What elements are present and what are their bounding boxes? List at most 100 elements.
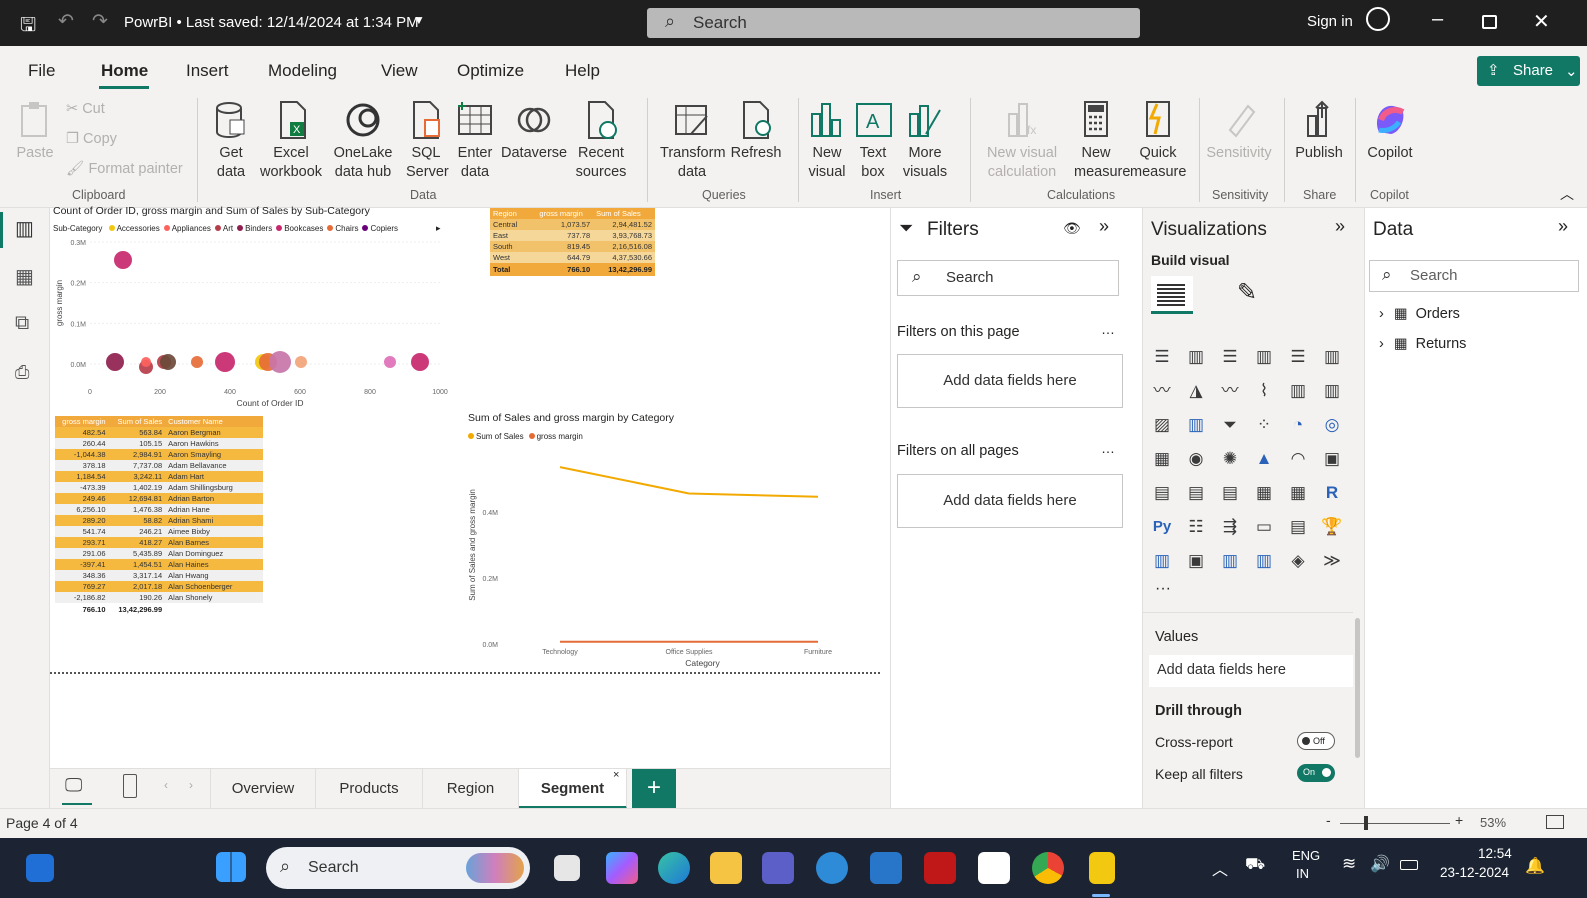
table-row[interactable]: -473.39 1,402.19 Adam Shillingsburg bbox=[55, 482, 263, 493]
next-page-icon[interactable]: › bbox=[189, 778, 193, 792]
sensitivity-button[interactable]: Sensitivity bbox=[1203, 100, 1275, 163]
eye-icon[interactable]: 👁 bbox=[1063, 220, 1081, 237]
prev-page-icon[interactable]: ‹ bbox=[164, 778, 168, 792]
visual-type-icon[interactable]: ▨ bbox=[1151, 414, 1173, 436]
visual-type-icon[interactable]: 〰 bbox=[1151, 380, 1173, 402]
wifi-icon[interactable]: ≋ bbox=[1342, 854, 1356, 874]
battery-icon[interactable] bbox=[1400, 860, 1418, 870]
table-row[interactable]: 769.27 2,017.18 Alan Schoenberger bbox=[55, 581, 263, 592]
column-header[interactable]: Sum of Sales bbox=[593, 208, 655, 219]
visual-type-icon[interactable]: ◠ bbox=[1287, 448, 1309, 470]
sign-in-link[interactable]: Sign in bbox=[1307, 13, 1353, 30]
visual-type-icon[interactable]: ☷ bbox=[1185, 516, 1207, 538]
new-visual-calculation-button[interactable]: fx New visual calculation bbox=[978, 100, 1066, 182]
table-row[interactable]: -397.41 1,454.51 Alan Haines bbox=[55, 559, 263, 570]
sql-server-button[interactable]: SQL Server bbox=[404, 100, 449, 182]
collapse-ribbon-icon[interactable]: ︿ bbox=[1560, 184, 1574, 204]
mobile-layout-icon[interactable] bbox=[123, 774, 137, 798]
format-visual-icon[interactable]: ✎ bbox=[1237, 278, 1257, 307]
legend-item[interactable]: Art bbox=[214, 224, 233, 233]
table-row[interactable]: 482.54 563.84 Aaron Bergman bbox=[55, 427, 263, 438]
visual-type-icon[interactable]: ▥ bbox=[1219, 550, 1241, 572]
collapse-filters-icon[interactable]: » bbox=[1099, 216, 1109, 237]
build-visual-tab[interactable] bbox=[1151, 276, 1193, 314]
copilot-button[interactable]: Copilot bbox=[1362, 100, 1418, 163]
visual-type-icon[interactable]: ◮ bbox=[1185, 380, 1207, 402]
fit-to-page-icon[interactable] bbox=[1546, 815, 1564, 829]
table-row[interactable]: 291.06 5,435.89 Alan Dominguez bbox=[55, 548, 263, 559]
more-visuals-button[interactable]: More visuals bbox=[895, 100, 955, 182]
network-status-icon[interactable]: ⛟ bbox=[1245, 855, 1265, 875]
visual-type-icon[interactable]: ▤ bbox=[1287, 516, 1309, 538]
help-icon[interactable] bbox=[816, 852, 848, 884]
visual-type-icon[interactable]: ▥ bbox=[1321, 380, 1343, 402]
visual-type-icon[interactable]: ◈ bbox=[1287, 550, 1309, 572]
visual-type-icon[interactable]: ☰ bbox=[1287, 346, 1309, 368]
desktop-layout-icon[interactable]: 🖵 bbox=[65, 775, 82, 796]
store-icon[interactable] bbox=[978, 852, 1010, 884]
model-view-icon[interactable]: ⧉ bbox=[15, 312, 29, 335]
menu-modeling[interactable]: Modeling bbox=[268, 61, 337, 81]
visual-type-icon[interactable]: ▥ bbox=[1151, 550, 1173, 572]
column-header[interactable]: gross margin bbox=[55, 416, 109, 427]
scatter-chart[interactable]: Count of Order ID, gross margin and Sum … bbox=[50, 205, 450, 413]
excel-workbook-button[interactable]: X Excel workbook bbox=[258, 100, 324, 182]
visual-type-icon[interactable]: ▥ bbox=[1185, 346, 1207, 368]
enter-data-button[interactable]: Enter data bbox=[454, 100, 496, 182]
table-returns[interactable]: › ▦ Returns bbox=[1379, 336, 1466, 352]
table-row[interactable]: East 737.78 3,93,768.73 bbox=[490, 230, 655, 241]
save-icon[interactable]: 🖫 bbox=[20, 11, 36, 43]
column-header[interactable]: Customer Name bbox=[165, 416, 263, 427]
legend-item[interactable]: Chairs bbox=[327, 224, 358, 233]
visual-type-icon[interactable]: Py bbox=[1151, 516, 1173, 538]
zoom-thumb[interactable] bbox=[1364, 816, 1368, 830]
minimize-icon[interactable]: – bbox=[1432, 8, 1443, 31]
visual-type-icon[interactable]: ☰ bbox=[1151, 346, 1173, 368]
visual-type-icon[interactable]: ▥ bbox=[1287, 380, 1309, 402]
filters-page-drop-zone[interactable]: Add data fields here bbox=[897, 354, 1123, 408]
table-row[interactable]: South 819.45 2,16,516.08 bbox=[490, 241, 655, 252]
zoom-in-icon[interactable]: + bbox=[1455, 812, 1463, 828]
visual-type-icon[interactable]: ▦ bbox=[1151, 448, 1173, 470]
page-tab-overview[interactable]: Overview bbox=[210, 769, 316, 809]
zoom-slider[interactable] bbox=[1340, 816, 1450, 830]
visual-type-icon[interactable]: ▦ bbox=[1287, 482, 1309, 504]
get-data-button[interactable]: Get data bbox=[205, 100, 257, 182]
cut-button[interactable]: ✂ Cut bbox=[66, 100, 105, 119]
column-header[interactable]: Sum of Sales bbox=[108, 416, 166, 427]
visual-type-icon[interactable]: ▤ bbox=[1219, 482, 1241, 504]
edge-icon[interactable] bbox=[658, 852, 690, 884]
widgets-icon[interactable] bbox=[26, 854, 54, 882]
visual-type-icon[interactable]: ▭ bbox=[1253, 516, 1275, 538]
table-row[interactable]: 541.74 246.21 Aimee Bixby bbox=[55, 526, 263, 537]
visual-type-icon[interactable]: ⌇ bbox=[1253, 380, 1275, 402]
new-measure-button[interactable]: New measure bbox=[1072, 100, 1130, 182]
visual-type-icon[interactable]: ▣ bbox=[1321, 448, 1343, 470]
mykp-icon[interactable] bbox=[870, 852, 902, 884]
paste-button[interactable]: Paste bbox=[14, 100, 56, 163]
visual-type-icon[interactable]: ◔ bbox=[1287, 414, 1309, 436]
viz-scrollbar[interactable] bbox=[1355, 618, 1360, 758]
file-explorer-icon[interactable] bbox=[710, 852, 742, 884]
copilot-taskbar-icon[interactable] bbox=[606, 852, 638, 884]
volume-icon[interactable]: 🔊 bbox=[1370, 854, 1390, 874]
close-icon[interactable]: ✕ bbox=[1533, 9, 1550, 34]
page-tab-region[interactable]: Region bbox=[423, 769, 519, 809]
table-row[interactable]: 260.44 105.15 Aaron Hawkins bbox=[55, 438, 263, 449]
chevron-up-icon[interactable]: ︿ bbox=[1212, 856, 1228, 880]
undo-icon[interactable]: ↶ bbox=[58, 10, 74, 33]
visual-type-icon[interactable]: ▲ bbox=[1253, 448, 1275, 470]
keep-all-filters-toggle[interactable]: On bbox=[1297, 764, 1335, 782]
visual-type-icon[interactable]: ⁘ bbox=[1253, 414, 1275, 436]
add-page-button[interactable]: + bbox=[632, 769, 676, 809]
visual-type-icon[interactable]: ▤ bbox=[1151, 482, 1173, 504]
format-painter-button[interactable]: 🖌 Format painter bbox=[66, 160, 183, 179]
task-view-icon[interactable] bbox=[554, 855, 580, 881]
visual-type-icon[interactable]: 🏆 bbox=[1321, 516, 1343, 538]
table-row[interactable]: West 644.79 4,37,530.66 bbox=[490, 252, 655, 263]
values-drop-zone[interactable]: Add data fields here bbox=[1149, 655, 1353, 687]
quick-measure-button[interactable]: Quick measure bbox=[1130, 100, 1186, 182]
visual-type-icon[interactable]: ◎ bbox=[1321, 414, 1343, 436]
table-orders[interactable]: › ▦ Orders bbox=[1379, 306, 1460, 322]
account-icon[interactable] bbox=[1366, 7, 1390, 31]
